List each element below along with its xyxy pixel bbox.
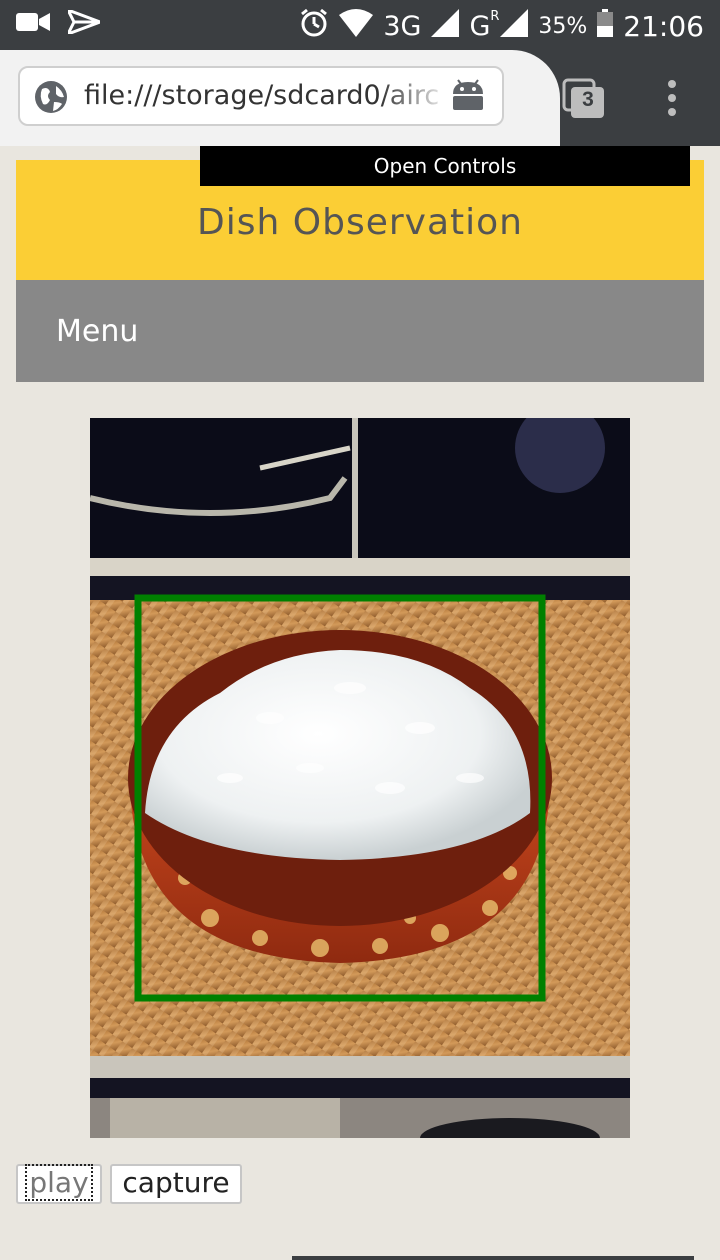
- network-g-label: GR: [469, 9, 500, 42]
- video-camera-icon: [16, 11, 50, 37]
- bottom-panel-edge: [292, 1256, 694, 1260]
- clock: 21:06: [623, 10, 704, 43]
- browser-toolbar: file:///storage/sdcard0/airc 3: [0, 50, 720, 146]
- url-bar[interactable]: file:///storage/sdcard0/airc: [18, 66, 504, 126]
- overflow-menu-button[interactable]: [662, 80, 682, 120]
- overflow-menu-icon: [668, 80, 676, 116]
- status-bar: 3G GR 35% 21:06: [0, 0, 720, 50]
- open-controls-tooltip[interactable]: Open Controls: [200, 146, 690, 186]
- capture-button[interactable]: capture: [110, 1164, 242, 1204]
- page-title: Dish Observation: [197, 202, 523, 243]
- menu-label[interactable]: Menu: [56, 314, 138, 349]
- network-3g-label: 3G: [383, 11, 422, 42]
- play-button[interactable]: play: [16, 1164, 102, 1204]
- menu-bar[interactable]: Menu: [16, 280, 704, 382]
- roaming-label: R: [490, 9, 500, 24]
- wifi-icon: [339, 9, 374, 44]
- camera-frame-image: [90, 418, 630, 1138]
- signal-icon-2: [500, 9, 529, 44]
- globe-icon[interactable]: [34, 80, 68, 118]
- signal-icon: [431, 9, 460, 44]
- battery-percent: 35%: [538, 14, 588, 39]
- tab-count: 3: [582, 88, 594, 111]
- tabs-switcher-button[interactable]: 3: [562, 78, 606, 120]
- url-bar-container: file:///storage/sdcard0/airc: [0, 50, 560, 146]
- android-icon[interactable]: [450, 78, 486, 116]
- play-button-label: play: [25, 1164, 93, 1201]
- alarm-icon: [299, 8, 329, 45]
- send-icon: [64, 7, 105, 38]
- battery-icon: [597, 9, 614, 44]
- camera-feed: [90, 418, 630, 1138]
